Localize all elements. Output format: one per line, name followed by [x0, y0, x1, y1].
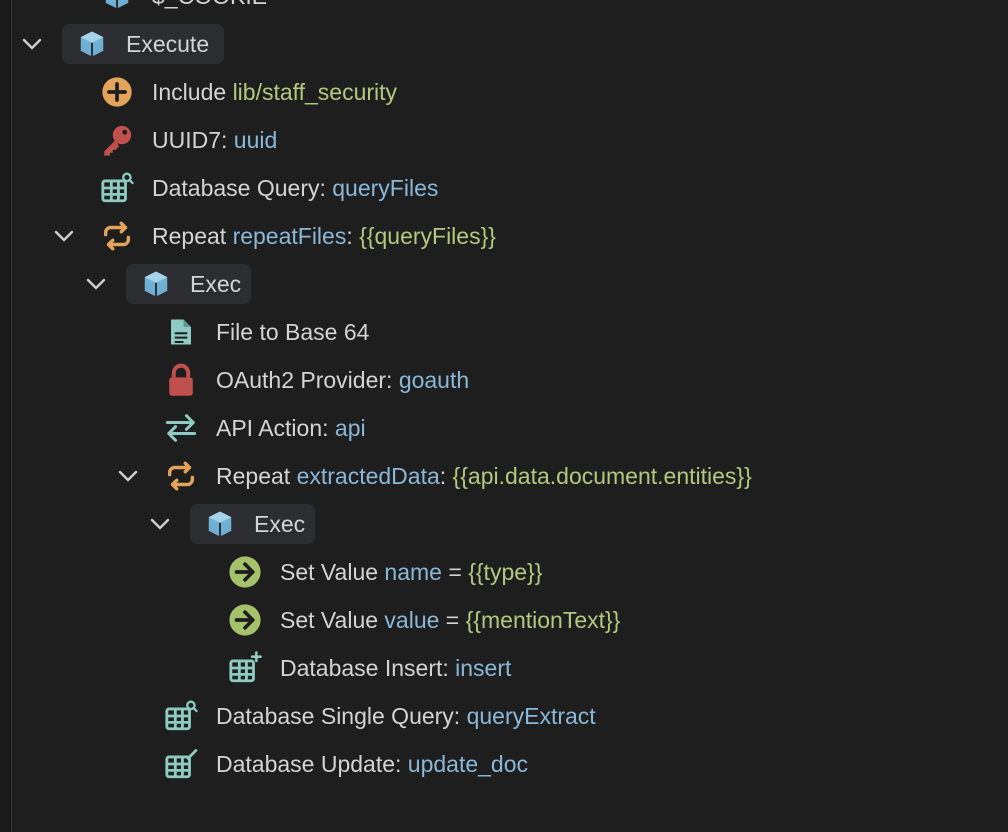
block-label: Execute	[126, 31, 210, 57]
table-plus-icon	[228, 651, 262, 685]
lock-icon	[164, 363, 198, 397]
arrow-right-circle-icon	[228, 555, 262, 589]
table-edit-icon	[164, 747, 198, 781]
cube-icon	[75, 27, 109, 61]
tree-item-repeat-extracted-data[interactable]: Repeat extractedData: {{api.data.documen…	[0, 452, 1008, 500]
node-keyword: OAuth2 Provider:	[216, 367, 393, 393]
cube-icon	[139, 267, 173, 301]
node-value: queryFiles	[332, 175, 439, 201]
tree-item-set-value-value[interactable]: Set Value value = {{mentionText}}	[0, 596, 1008, 644]
block-label: Exec	[254, 511, 306, 537]
node-variable: repeatFiles	[232, 223, 347, 249]
node-keyword: Repeat	[152, 223, 227, 249]
table-search-icon	[164, 699, 198, 733]
node-value: goauth	[398, 367, 470, 393]
node-value: {{type}}	[468, 559, 543, 585]
node-value: uuid	[233, 127, 278, 153]
node-keyword: Database Single Query:	[216, 703, 461, 729]
node-separator: :	[439, 463, 447, 489]
node-value: {{api.data.document.entities}}	[452, 463, 752, 489]
chevron-down-icon[interactable]	[116, 464, 140, 488]
node-separator: :	[346, 223, 353, 249]
tree-item-exec[interactable]: Exec	[0, 260, 1008, 308]
node-variable: value	[384, 607, 440, 633]
chevron-down-icon[interactable]	[20, 32, 44, 56]
node-keyword: Include	[152, 79, 227, 105]
table-search-icon	[100, 171, 134, 205]
tree-item-exec-nested[interactable]: Exec	[0, 500, 1008, 548]
node-value: insert	[455, 655, 512, 681]
node-keyword: API Action:	[216, 415, 329, 441]
block-label: Exec	[190, 271, 242, 297]
node-separator: =	[448, 559, 462, 585]
node-value: queryExtract	[466, 703, 596, 729]
node-value: lib/staff_security	[232, 79, 398, 105]
arrow-right-circle-icon	[228, 603, 262, 637]
node-variable: extractedData	[296, 463, 440, 489]
tree-item-database-insert[interactable]: Database Insert: insert	[0, 644, 1008, 692]
tree-item-repeat-files[interactable]: Repeat repeatFiles: {{queryFiles}}	[0, 212, 1008, 260]
cube-icon	[203, 507, 237, 541]
node-label: $_COOKIE	[152, 0, 267, 9]
node-keyword: Set Value	[280, 559, 379, 585]
chevron-down-icon[interactable]	[148, 512, 172, 536]
swap-arrows-icon	[164, 411, 198, 445]
tree-item-api-action[interactable]: API Action: api	[0, 404, 1008, 452]
node-keyword: Database Query:	[152, 175, 326, 201]
tree-item-file-to-base64[interactable]: File to Base 64	[0, 308, 1008, 356]
tree-item-database-single-query[interactable]: Database Single Query: queryExtract	[0, 692, 1008, 740]
key-icon	[100, 123, 134, 157]
repeat-icon	[164, 459, 198, 493]
tree-item-execute[interactable]: Execute	[0, 20, 1008, 68]
tree-item-set-value-name[interactable]: Set Value name = {{type}}	[0, 548, 1008, 596]
repeat-icon	[100, 219, 134, 253]
node-value: {{mentionText}}	[465, 607, 621, 633]
chevron-down-icon[interactable]	[52, 224, 76, 248]
node-keyword: Database Update:	[216, 751, 402, 777]
node-keyword: File to Base 64	[216, 319, 370, 345]
chevron-down-icon[interactable]	[84, 272, 108, 296]
tree-item-include[interactable]: Include lib/staff_security	[0, 68, 1008, 116]
tree-item-database-query[interactable]: Database Query: queryFiles	[0, 164, 1008, 212]
node-keyword: Database Insert:	[280, 655, 449, 681]
node-separator: =	[445, 607, 460, 633]
file-icon	[164, 315, 198, 349]
tree-item-oauth2-provider[interactable]: OAuth2 Provider: goauth	[0, 356, 1008, 404]
node-keyword: UUID7:	[152, 127, 228, 153]
node-keyword: Repeat	[216, 463, 291, 489]
node-value: api	[334, 415, 366, 441]
plus-circle-icon	[100, 75, 134, 109]
node-value: update_doc	[407, 751, 529, 777]
node-keyword: Set Value	[280, 607, 379, 633]
node-value: {{queryFiles}}	[359, 223, 496, 249]
node-variable: name	[384, 559, 442, 585]
tree-item-uuid7[interactable]: UUID7: uuid	[0, 116, 1008, 164]
cube-icon	[100, 0, 134, 13]
tree-item-cookie[interactable]: $_COOKIE	[0, 0, 1008, 20]
tree-item-database-update[interactable]: Database Update: update_doc	[0, 740, 1008, 788]
